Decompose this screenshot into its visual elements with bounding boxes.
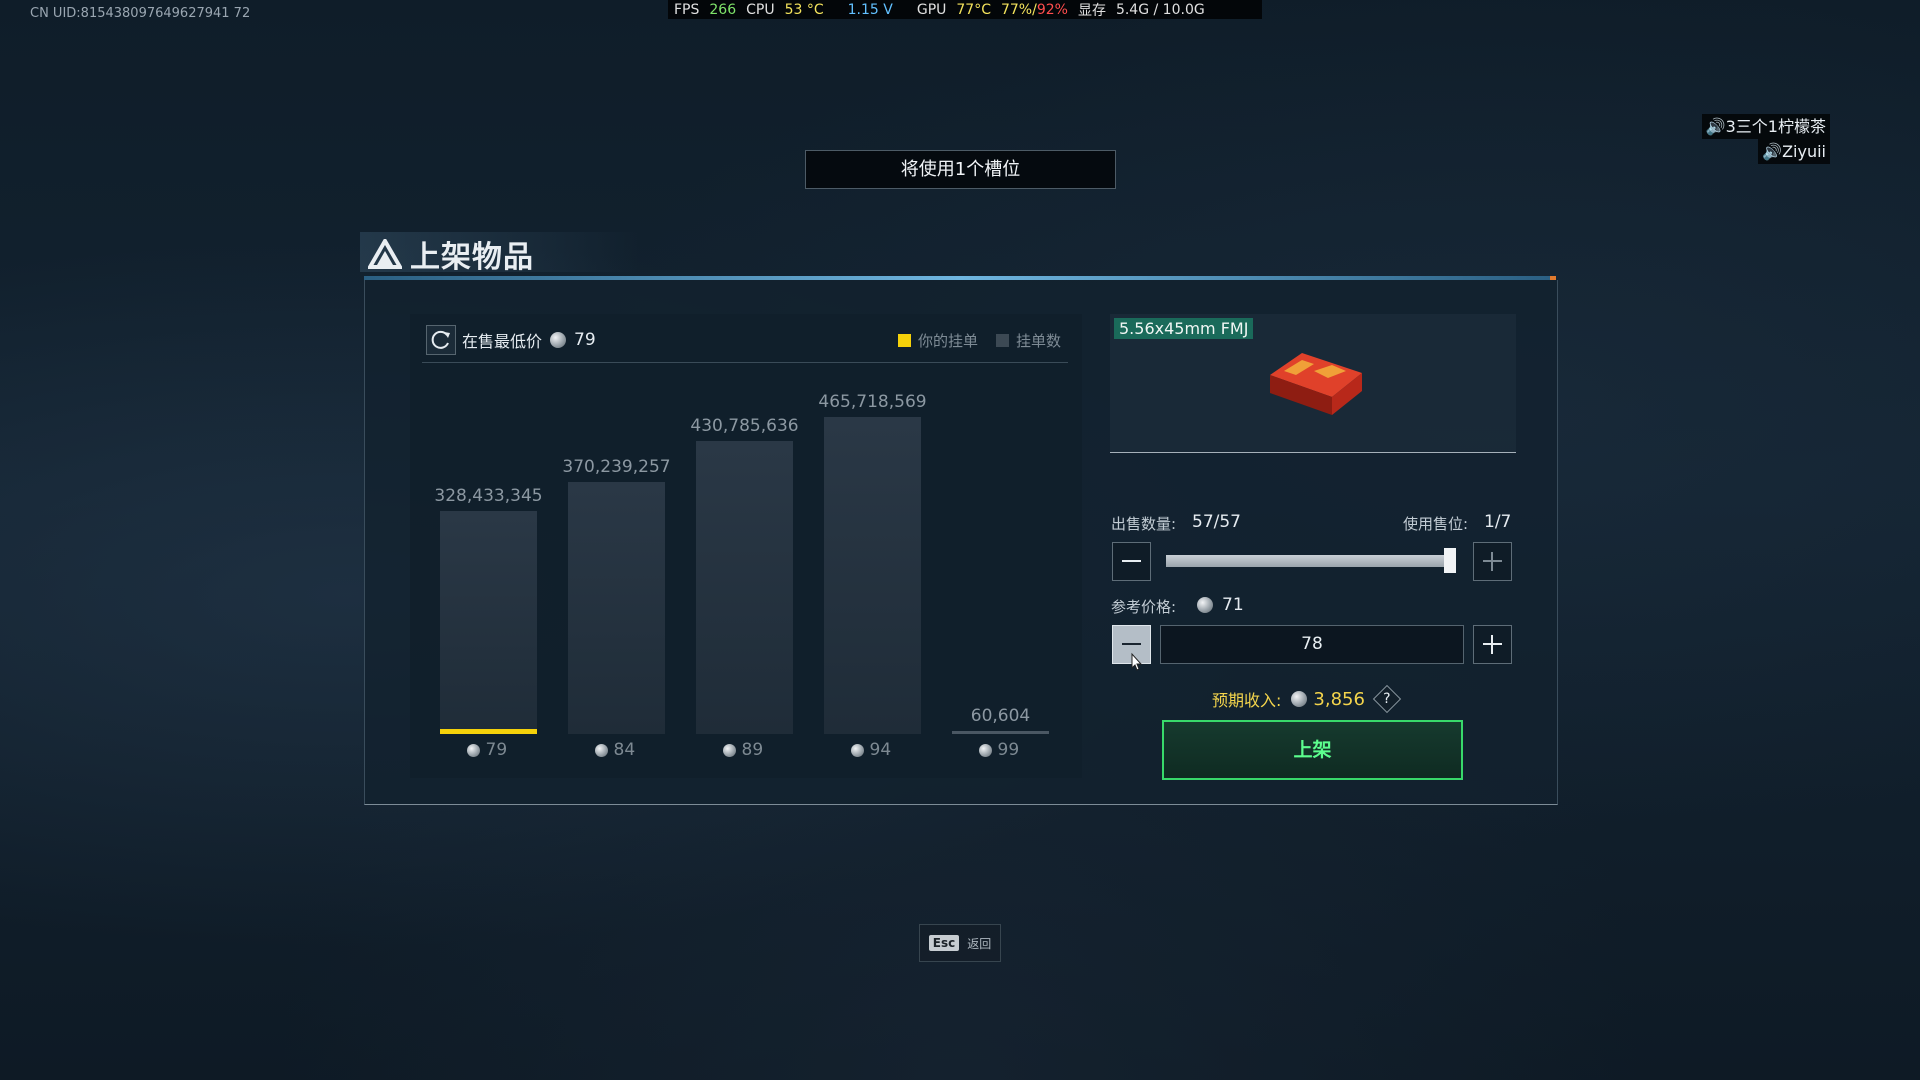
- fps-value: 266: [709, 1, 737, 18]
- chart-header-divider: [422, 362, 1068, 363]
- chart-bar: [824, 417, 921, 734]
- voice-player-2: 🔊Ziyuii: [1758, 139, 1830, 164]
- coin-icon: [594, 743, 608, 757]
- x-tick-label: 79: [466, 740, 507, 760]
- list-item-button[interactable]: 上架: [1162, 720, 1463, 780]
- cpu-voltage: 1.15 V: [847, 1, 893, 18]
- lowest-price: 在售最低价 79: [462, 328, 596, 352]
- uid-text: CN UID:815438097649627941 72: [30, 6, 251, 21]
- item-name: 5.56x45mm FMJ: [1114, 318, 1254, 339]
- coin-icon: [550, 332, 567, 348]
- bar-value-label: 465,718,569: [818, 392, 927, 412]
- x-tick-label: 99: [978, 740, 1019, 760]
- quantity-decrease-button[interactable]: [1112, 542, 1151, 581]
- bar-value-label: 370,239,257: [562, 457, 671, 477]
- cpu-temp: 53 °C: [784, 1, 824, 18]
- quantity-label: 出售数量:: [1111, 515, 1177, 533]
- minus-icon: [1122, 560, 1141, 562]
- chart-bar: [696, 441, 793, 734]
- quantity-slider-handle[interactable]: [1444, 548, 1456, 573]
- coin-icon: [1197, 597, 1213, 613]
- price-input[interactable]: 78: [1160, 625, 1464, 664]
- refresh-button[interactable]: [426, 325, 456, 355]
- refresh-icon: [431, 330, 450, 349]
- gpu-load-peak: 92%: [1036, 1, 1068, 18]
- slot-notice: 将使用1个槽位: [805, 150, 1116, 189]
- coin-icon: [722, 743, 736, 757]
- cpu-label: CPU: [746, 1, 775, 18]
- mouse-cursor-icon: [1131, 652, 1142, 671]
- help-mark: ?: [1383, 691, 1391, 707]
- gpu-load: 77%/: [1000, 1, 1037, 18]
- price-increase-button[interactable]: [1473, 625, 1512, 664]
- legend-yours: 你的挂单: [918, 332, 979, 350]
- quantity-increase-button[interactable]: [1473, 542, 1512, 581]
- income-value: 3,856: [1313, 688, 1365, 710]
- quantity-value: 57/57: [1192, 512, 1241, 532]
- chart-bar: [440, 511, 537, 734]
- bar-value-label: 430,785,636: [690, 416, 799, 436]
- expected-income: 预期收入: 3,856 ?: [1212, 684, 1402, 714]
- x-tick-label: 89: [722, 740, 763, 760]
- coin-icon: [1291, 691, 1308, 707]
- chart-bar: [568, 482, 665, 734]
- reference-price-label: 参考价格:: [1111, 598, 1177, 616]
- voice-players: 🔊3三个1柠檬茶 🔊Ziyuii: [1701, 114, 1830, 164]
- coin-icon: [850, 743, 864, 757]
- income-label: 预期收入:: [1212, 691, 1282, 710]
- fps-label: FPS: [674, 1, 700, 18]
- bar-value-label: 60,604: [970, 706, 1031, 726]
- panel-title-text: 上架物品: [410, 240, 534, 275]
- slots-value: 1/7: [1484, 512, 1512, 532]
- help-icon[interactable]: ?: [1372, 684, 1402, 714]
- delta-logo-icon: [368, 239, 402, 269]
- bar-value-label: 328,433,345: [434, 486, 543, 506]
- performance-overlay: FPS 266 CPU 53 °C 1.15 V GPU 77°C 77%/ 9…: [668, 0, 1262, 19]
- esc-key: Esc: [928, 935, 960, 951]
- panel-title: 上架物品: [368, 232, 534, 276]
- plus-icon-v: [1491, 635, 1493, 654]
- vram-label: 显存: [1077, 2, 1106, 19]
- chart-bar: [952, 731, 1049, 734]
- reference-price-value: 71: [1222, 595, 1244, 615]
- vram-value: 5.4G / 10.0G: [1115, 1, 1205, 18]
- gpu-label: GPU: [916, 1, 947, 18]
- x-tick-label: 94: [850, 740, 891, 760]
- plus-icon-v: [1491, 552, 1493, 571]
- esc-back-button[interactable]: Esc 返回: [919, 924, 1001, 962]
- slots-label: 使用售位:: [1403, 515, 1469, 533]
- esc-label: 返回: [967, 936, 992, 951]
- x-tick-label: 84: [594, 740, 635, 760]
- minus-icon: [1122, 643, 1141, 645]
- lowest-price-value: 79: [574, 330, 596, 350]
- coin-icon: [466, 743, 480, 757]
- gpu-temp: 77°C: [956, 1, 991, 18]
- coin-icon: [978, 743, 992, 757]
- ammo-box-icon: [1270, 353, 1362, 415]
- your-listing-marker: [440, 729, 537, 734]
- quantity-slider-fill: [1166, 555, 1450, 567]
- voice-player-1: 🔊3三个1柠檬茶: [1701, 114, 1830, 139]
- legend-count: 挂单数: [1016, 332, 1062, 350]
- legend-yours-swatch: [898, 334, 911, 347]
- lowest-price-label: 在售最低价: [462, 332, 543, 351]
- legend-count-swatch: [996, 334, 1010, 347]
- chart-legend: 你的挂单 挂单数: [898, 330, 1061, 351]
